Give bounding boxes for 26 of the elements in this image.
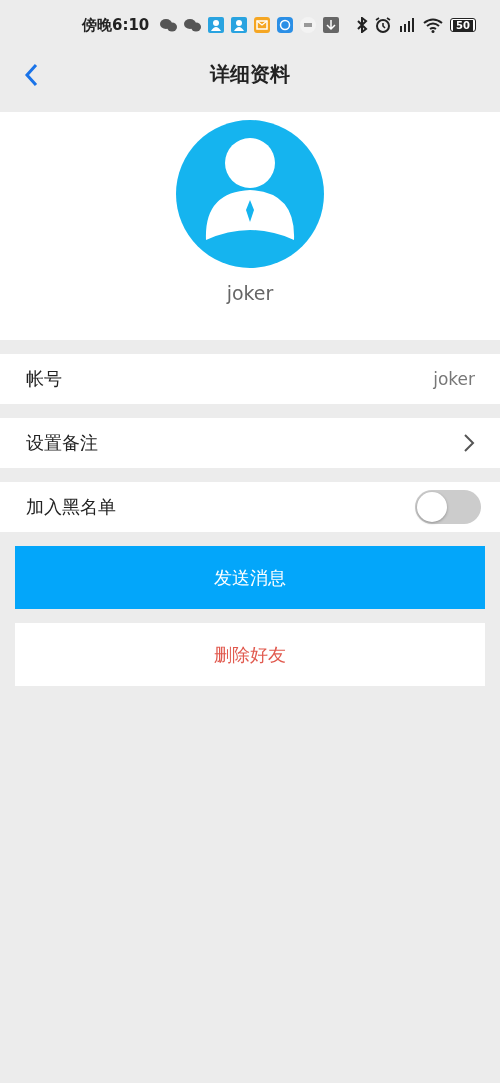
bluetooth-icon bbox=[356, 17, 369, 33]
page-title: 详细资料 bbox=[210, 60, 290, 88]
user-name: joker bbox=[226, 282, 274, 304]
signal-icon bbox=[398, 17, 417, 33]
chat-icon bbox=[160, 18, 178, 32]
status-time: 傍晚6:10 bbox=[82, 15, 150, 35]
setting-row[interactable]: 加入黑名单 bbox=[0, 482, 500, 532]
chat-icon bbox=[184, 18, 202, 32]
delete-friend-button[interactable]: 删除好友 bbox=[15, 623, 485, 686]
row-value: joker bbox=[433, 369, 475, 389]
chevron-right-icon bbox=[463, 433, 475, 453]
battery-icon: 50 bbox=[450, 18, 476, 32]
wifi-icon bbox=[423, 17, 444, 33]
toggle-switch[interactable] bbox=[415, 490, 481, 524]
row-label: 帐号 bbox=[26, 367, 63, 391]
app-icon bbox=[277, 17, 294, 33]
row-label: 加入黑名单 bbox=[26, 495, 117, 519]
download-icon bbox=[323, 17, 340, 33]
alarm-icon bbox=[375, 17, 392, 33]
person-icon bbox=[208, 17, 225, 33]
setting-row[interactable]: 帐号 joker bbox=[0, 354, 500, 404]
row-label: 设置备注 bbox=[26, 431, 99, 455]
setting-row[interactable]: 设置备注 bbox=[0, 418, 500, 468]
mail-icon bbox=[254, 17, 271, 33]
app-icon bbox=[300, 17, 317, 33]
person-icon bbox=[231, 17, 248, 33]
